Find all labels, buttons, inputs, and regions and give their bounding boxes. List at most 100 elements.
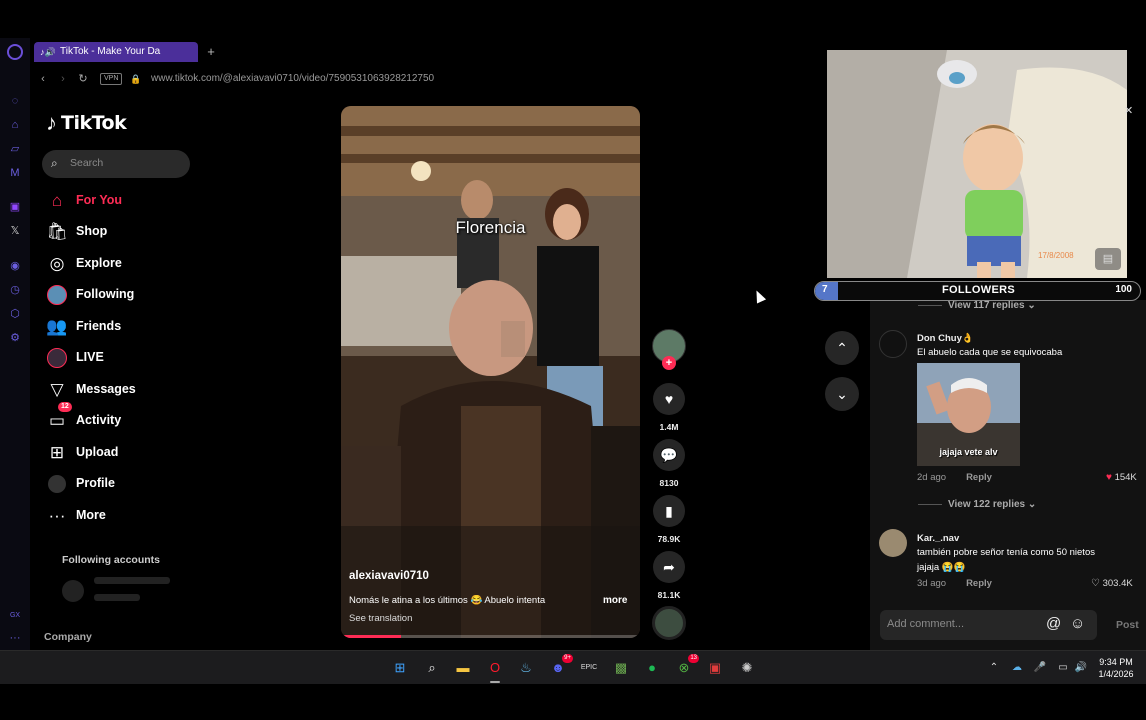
spotify-icon[interactable]: ● — [641, 657, 663, 679]
sidebar-messenger-icon[interactable]: M — [8, 166, 22, 180]
overlay-photo: 17/8/2008 ▤ — [827, 50, 1127, 278]
new-tab-button[interactable]: + — [204, 42, 218, 62]
video-progress-bar[interactable] — [341, 635, 640, 638]
search-input[interactable]: ⌕ Search — [42, 150, 190, 178]
nav-more[interactable]: ··· More — [44, 503, 194, 529]
forward-icon[interactable]: › — [56, 71, 70, 87]
add-comment-input[interactable]: Add comment... @ ☺ — [880, 610, 1097, 640]
home-icon: ⌂ — [51, 191, 63, 210]
search-icon: ⌕ — [51, 156, 58, 170]
nav-live[interactable]: LIVE — [44, 345, 194, 371]
chevron-down-icon: ⌄ — [836, 386, 848, 402]
tab-tiktok[interactable]: ♪🔊 TikTok - Make Your Da — [34, 42, 198, 62]
back-icon[interactable]: ‹ — [36, 71, 50, 87]
comment-gif[interactable]: jajaja vete alv — [917, 363, 1020, 466]
nav-label: Explore — [76, 256, 122, 270]
sidebar-twitch-icon[interactable]: ▣ — [8, 200, 22, 214]
photo-date-stamp: 17/8/2008 — [1038, 251, 1074, 260]
steam-icon[interactable]: ♨ — [515, 657, 537, 679]
tray-overflow-icon[interactable]: ⌃ — [987, 660, 1001, 676]
activity-icon: ▭ — [48, 411, 66, 430]
comment-like-count: 303.4K — [1102, 578, 1133, 589]
reply-button[interactable]: Reply — [966, 578, 992, 589]
gif-caption: jajaja vete alv — [939, 447, 998, 457]
post-button[interactable]: Post — [1116, 619, 1139, 631]
nav-following[interactable]: Following — [44, 282, 194, 308]
xbox-icon[interactable]: ⊗ 13 — [673, 654, 699, 679]
more-icon: ··· — [48, 506, 66, 525]
url-field[interactable]: www.tiktok.com/@alexiavavi0710/video/759… — [151, 72, 434, 86]
sidebar-player-icon[interactable]: ◉ — [8, 259, 22, 273]
view-replies-button[interactable]: View 117 replies ⌄ — [918, 300, 1036, 311]
see-translation-link[interactable]: See translation — [349, 613, 412, 624]
video-username[interactable]: alexiavavi0710 — [349, 570, 429, 582]
comment-button[interactable]: 💬 — [653, 439, 685, 471]
opera-logo-icon[interactable] — [7, 44, 23, 60]
view-replies-button[interactable]: View 122 replies ⌄ — [918, 499, 1036, 510]
search-taskbar-icon[interactable]: ⌕ — [421, 657, 443, 679]
nav-for-you[interactable]: ⌂ For You — [44, 188, 194, 214]
comment-count: 8130 — [659, 478, 679, 488]
nav-activity[interactable]: ▭ 12 Activity — [44, 402, 194, 434]
comment-username[interactable]: Kar._.nav — [917, 533, 959, 544]
nav-profile[interactable]: Profile — [44, 471, 194, 497]
previous-video-button[interactable]: ⌃ — [825, 331, 859, 365]
tiktok-logo[interactable]: ♪ TikTok — [46, 110, 127, 136]
profile-avatar-icon — [48, 475, 66, 493]
like-button[interactable]: ♥ — [653, 383, 685, 415]
sidebar-settings-icon[interactable]: ⚙ — [8, 331, 22, 345]
nav-friends[interactable]: 👥 Friends — [44, 314, 194, 340]
share-button[interactable]: ➦ — [653, 551, 685, 583]
nav-explore[interactable]: ◎ Explore — [44, 251, 194, 277]
xbox-badge: 13 — [688, 654, 699, 663]
nav-messages[interactable]: ▽ Messages — [44, 377, 194, 403]
volume-icon[interactable]: 🔊 — [1074, 660, 1088, 676]
add-comment-placeholder: Add comment... — [887, 618, 965, 630]
close-icon[interactable]: ✕ — [1124, 104, 1133, 117]
network-icon[interactable]: ▭ — [1056, 660, 1070, 676]
mouse-cursor — [751, 288, 767, 304]
minecraft-icon[interactable]: ▩ — [610, 657, 632, 679]
sidebar-pinboard-icon[interactable]: ▱ — [8, 142, 22, 156]
nav-label: Following — [76, 287, 135, 301]
next-video-button[interactable]: ⌄ — [825, 377, 859, 411]
reply-button[interactable]: Reply — [966, 472, 992, 483]
reload-icon[interactable]: ↻ — [76, 71, 90, 87]
opera-gx-icon[interactable]: O — [484, 657, 506, 683]
sidebar-history-icon[interactable]: ◷ — [8, 283, 22, 297]
nav-shop[interactable]: 🛍 Shop — [44, 219, 194, 245]
video-player[interactable]: Florencia alexiavavi0710 Nomás le atina … — [341, 106, 640, 638]
sidebar-x-icon[interactable]: 𝕏 — [8, 224, 22, 238]
vpn-badge[interactable]: VPN — [100, 73, 123, 85]
view-replies-label: View 117 replies — [948, 300, 1025, 311]
mention-icon[interactable]: @ — [1046, 615, 1061, 632]
lock-icon[interactable]: 🔒 — [130, 72, 141, 86]
music-disc-icon[interactable] — [652, 606, 686, 640]
clock[interactable]: 9:34 PM 1/4/2026 — [1092, 656, 1140, 680]
epic-games-icon[interactable]: EPIC — [578, 657, 600, 679]
discord-icon[interactable]: ☻ 9+ — [547, 654, 573, 679]
comment-username[interactable]: Don Chuy👌 — [917, 333, 974, 344]
video-overlay-text: Florencia — [455, 218, 526, 237]
chatgpt-icon[interactable]: ✺ — [736, 657, 758, 679]
comment-like[interactable]: ♥ 154K — [1106, 472, 1137, 483]
file-explorer-icon[interactable]: ▬ — [452, 657, 474, 679]
sidebar-more-icon[interactable]: ··· — [8, 631, 22, 645]
save-button[interactable]: ▮ — [653, 495, 685, 527]
follow-plus-icon[interactable]: + — [662, 356, 676, 370]
nav-upload[interactable]: ⊞ Upload — [44, 440, 194, 466]
video-more-button[interactable]: more — [603, 595, 627, 606]
microphone-icon[interactable]: 🎤 — [1033, 660, 1047, 676]
emoji-icon[interactable]: ☺ — [1070, 615, 1085, 632]
sidebar-speed-dial-icon[interactable]: ◌ — [8, 94, 22, 108]
comment-avatar[interactable] — [879, 330, 907, 358]
game-launcher-icon[interactable]: ▣ — [704, 657, 726, 679]
tray-app-icon[interactable]: ☁ — [1010, 660, 1024, 676]
company-link[interactable]: Company — [44, 631, 92, 643]
comment-avatar[interactable] — [879, 529, 907, 557]
sidebar-shopping-icon[interactable]: ⌂ — [8, 118, 22, 132]
comment-like[interactable]: ♡ 303.4K — [1091, 578, 1133, 589]
sidebar-extensions-icon[interactable]: ⬡ — [8, 307, 22, 321]
windows-start-icon[interactable]: ⊞ — [389, 657, 411, 679]
sidebar-gx-icon[interactable]: GX — [8, 609, 22, 623]
